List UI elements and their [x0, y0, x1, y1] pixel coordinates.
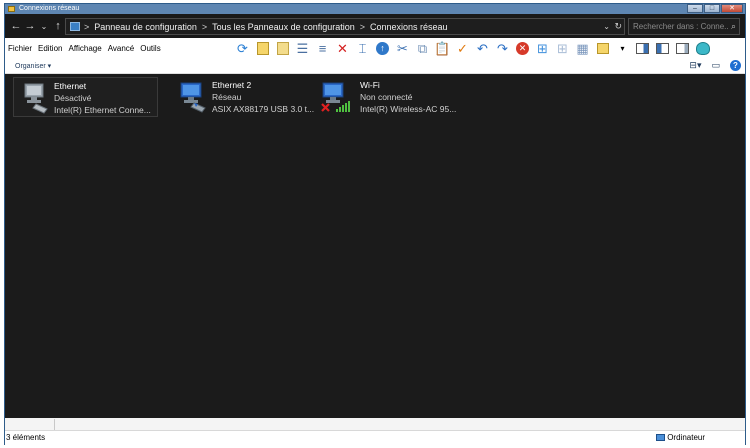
title-bar: Connexions réseau – □ ✕ — [5, 4, 745, 14]
stop-icon[interactable]: ✕ — [513, 40, 532, 57]
organiser-button[interactable]: Organiser ▾ — [15, 62, 51, 70]
connection-device: Intel(R) Wireless-AC 95... — [360, 104, 457, 114]
small-icons-view-icon[interactable]: ⊞ — [553, 40, 572, 57]
navigation-pane-icon[interactable] — [673, 40, 692, 57]
breadcrumb[interactable]: > Panneau de configuration > Tous les Pa… — [65, 18, 625, 35]
details-view-icon[interactable]: ☰ — [293, 40, 312, 57]
refresh-icon[interactable]: ⟳ — [233, 40, 252, 57]
minimize-button[interactable]: – — [687, 4, 703, 13]
folder-icon — [8, 6, 15, 12]
address-bar: ← → ⌄ ↑ > Panneau de configuration > Tou… — [5, 14, 745, 38]
connection-name: Ethernet — [54, 81, 87, 91]
cut-icon[interactable]: ✂ — [393, 40, 412, 57]
redo-icon[interactable]: ↷ — [493, 40, 512, 57]
location-indicator: Ordinateur — [656, 433, 705, 442]
list-item[interactable]: Wi-Fi Non connecté Intel(R) Wireless-AC … — [320, 77, 465, 117]
connection-name: Wi-Fi — [360, 80, 380, 90]
window-title: Connexions réseau — [19, 5, 80, 12]
copy-icon[interactable]: ⧉ — [413, 40, 432, 57]
forward-arrow-icon[interactable]: → — [23, 20, 37, 32]
undo-icon[interactable]: ↶ — [473, 40, 492, 57]
preview-toggle-icon[interactable]: ▭ — [711, 60, 720, 71]
preview-pane-icon[interactable] — [633, 40, 652, 57]
close-button[interactable]: ✕ — [721, 4, 743, 13]
status-cell — [5, 419, 55, 430]
back-arrow-icon[interactable]: ← — [9, 20, 23, 32]
paste-icon[interactable]: 📋 — [433, 40, 452, 57]
search-placeholder: Rechercher dans : Conne... — [633, 22, 729, 31]
breadcrumb-item[interactable]: Connexions réseau — [370, 22, 448, 32]
menu-bar: Fichier Edition Affichage Avancé Outils … — [5, 38, 745, 58]
breadcrumb-separator: > — [84, 21, 90, 32]
chevron-down-icon[interactable]: ⌄ — [603, 22, 610, 31]
view-controls: ⊟▾ ▭ ? — [689, 60, 741, 71]
menu-fichier[interactable]: Fichier — [8, 44, 32, 53]
refresh-icon[interactable]: ↻ — [614, 21, 622, 32]
tiles-view-icon[interactable]: ▦ — [573, 40, 592, 57]
breadcrumb-separator: > — [359, 21, 365, 32]
new-folder-icon[interactable] — [593, 40, 612, 57]
menu-affichage[interactable]: Affichage — [68, 44, 101, 53]
check-icon[interactable]: ✓ — [453, 40, 472, 57]
connection-device: Intel(R) Ethernet Conne... — [54, 105, 151, 115]
menu-avance[interactable]: Avancé — [108, 44, 135, 53]
shell-icon[interactable] — [693, 40, 712, 57]
list-item[interactable]: Ethernet 2 Réseau ASIX AX88179 USB 3.0 t… — [172, 77, 317, 117]
connection-status: Non connecté — [360, 92, 413, 102]
search-input[interactable]: Rechercher dans : Conne... ⌕ — [628, 18, 740, 35]
search-icon[interactable]: ⌕ — [731, 21, 736, 32]
network-adapter-icon — [14, 78, 54, 116]
change-view-icon[interactable]: ⊟▾ — [689, 60, 701, 71]
copy-to-folder-icon[interactable] — [273, 40, 292, 57]
connection-details: Wi-Fi Non connecté Intel(R) Wireless-AC … — [360, 77, 456, 117]
details-strip — [5, 418, 745, 431]
large-icons-view-icon[interactable]: ⊞ — [533, 40, 552, 57]
rename-icon[interactable]: ⌶ — [353, 40, 372, 57]
menu-edition[interactable]: Edition — [38, 44, 62, 53]
control-panel-icon — [70, 22, 80, 31]
breadcrumb-item[interactable]: Panneau de configuration — [94, 22, 197, 32]
toolbar: ⟳ ☰ ≡ ✕ ⌶ ↑ ✂ ⧉ 📋 ✓ ↶ ↷ ✕ ⊞ ⊞ ▦ ▾ — [233, 39, 712, 57]
connection-device: ASIX AX88179 USB 3.0 t... — [212, 104, 315, 114]
window-controls: – □ ✕ — [687, 4, 743, 13]
item-count: 3 éléments — [6, 433, 46, 442]
up-level-icon[interactable]: ↑ — [373, 40, 392, 57]
breadcrumb-item[interactable]: Tous les Panneaux de configuration — [212, 22, 355, 32]
command-bar: Organiser ▾ ⊟▾ ▭ ? — [5, 58, 745, 74]
connections-list: Ethernet Désactivé Intel(R) Ethernet Con… — [5, 74, 745, 418]
connection-details: Ethernet 2 Réseau ASIX AX88179 USB 3.0 t… — [212, 77, 314, 117]
connection-name: Ethernet 2 — [212, 80, 252, 90]
location-label: Ordinateur — [667, 433, 705, 442]
recent-dropdown-icon[interactable]: ⌄ — [37, 22, 51, 31]
connection-status: Désactivé — [54, 93, 92, 103]
menu-outils[interactable]: Outils — [140, 44, 160, 53]
list-view-icon[interactable]: ≡ — [313, 40, 332, 57]
delete-icon[interactable]: ✕ — [333, 40, 352, 57]
breadcrumb-separator: > — [201, 21, 208, 32]
connection-status: Réseau — [212, 92, 242, 102]
maximize-button[interactable]: □ — [704, 4, 720, 13]
wifi-adapter-icon — [320, 77, 360, 115]
network-adapter-icon — [172, 77, 212, 115]
move-to-folder-icon[interactable] — [253, 40, 272, 57]
connection-details: Ethernet Désactivé Intel(R) Ethernet Con… — [54, 78, 151, 116]
details-pane-icon[interactable] — [653, 40, 672, 57]
up-arrow-icon[interactable]: ↑ — [51, 20, 65, 32]
view-dropdown-icon[interactable]: ▾ — [613, 40, 632, 57]
list-item[interactable]: Ethernet Désactivé Intel(R) Ethernet Con… — [13, 77, 158, 117]
status-bar: 3 éléments Ordinateur — [5, 418, 745, 445]
help-icon[interactable]: ? — [730, 60, 741, 71]
explorer-window: Connexions réseau – □ ✕ ← → ⌄ ↑ > Pannea… — [4, 3, 746, 445]
computer-icon — [656, 434, 666, 441]
